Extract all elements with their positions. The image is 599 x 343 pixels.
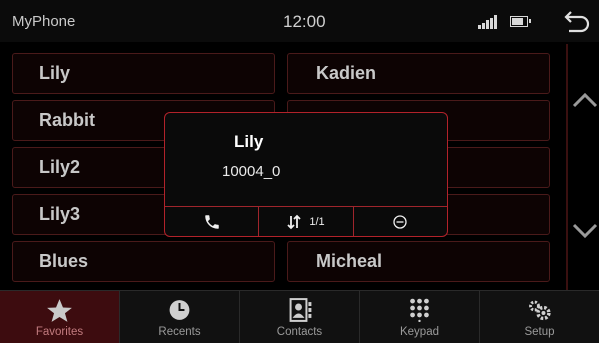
gears-icon — [529, 300, 551, 321]
call-button[interactable] — [165, 207, 260, 236]
back-button[interactable] — [561, 6, 593, 36]
contact-cell[interactable]: Kadien — [287, 53, 550, 94]
tab-recents[interactable]: Recents — [120, 291, 240, 343]
clock-icon — [169, 300, 190, 320]
contacts-book-icon — [289, 298, 312, 322]
scroll-panel — [566, 44, 599, 290]
remove-button[interactable] — [354, 207, 447, 236]
contact-popup: Lily 10004_0 1/1 — [164, 112, 448, 237]
page-indicator: 1/1 — [309, 215, 325, 228]
tab-keypad[interactable]: Keypad — [360, 291, 480, 343]
tab-bar: Favorites Recents Contacts Keypad Setup — [0, 290, 599, 343]
tab-favorites[interactable]: Favorites — [0, 291, 120, 343]
app-title: MyPhone — [12, 13, 76, 30]
tab-contacts-label: Contacts — [276, 326, 323, 338]
switch-number-button[interactable]: 1/1 — [259, 207, 354, 236]
popup-contact-name: Lily — [234, 132, 264, 151]
signal-strength-icon — [478, 15, 500, 29]
keypad-icon — [410, 298, 429, 322]
tab-setup-label: Setup — [524, 326, 555, 338]
tab-keypad-label: Keypad — [399, 326, 439, 338]
star-icon — [47, 299, 72, 322]
swap-arrows-icon — [287, 214, 301, 229]
popup-actions: 1/1 — [165, 206, 447, 236]
tab-recents-label: Recents — [158, 326, 201, 338]
popup-contact-number: 10004_0 — [222, 163, 281, 180]
clock: 12:00 — [283, 12, 326, 31]
contact-cell[interactable]: Micheal — [287, 241, 550, 282]
scroll-up-button[interactable] — [570, 88, 599, 112]
tab-contacts[interactable]: Contacts — [240, 291, 360, 343]
minus-circle-icon — [393, 214, 407, 229]
tab-favorites-label: Favorites — [35, 326, 84, 338]
scroll-down-button[interactable] — [570, 219, 599, 243]
contact-cell[interactable]: Lily — [12, 53, 275, 94]
battery-icon — [510, 16, 531, 27]
phone-icon — [204, 214, 219, 229]
contact-cell[interactable]: Blues — [12, 241, 275, 282]
tab-setup[interactable]: Setup — [480, 291, 599, 343]
status-bar: MyPhone 12:00 — [0, 0, 599, 42]
